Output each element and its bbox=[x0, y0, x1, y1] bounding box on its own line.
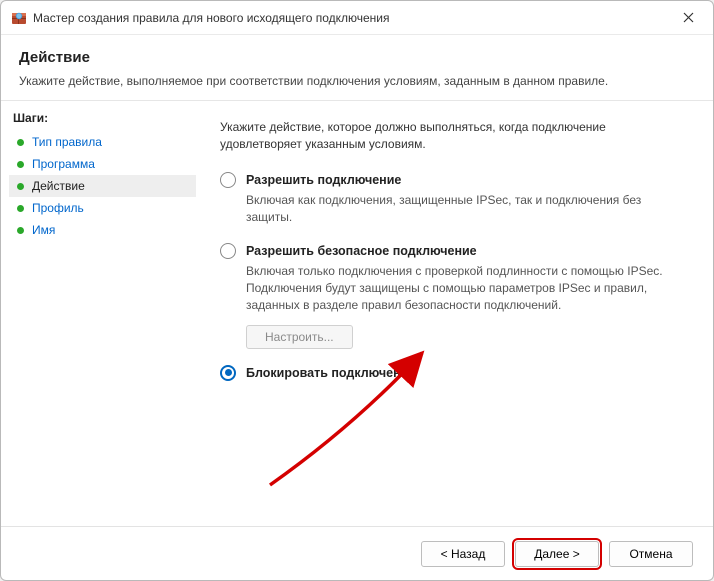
step-action[interactable]: Действие bbox=[9, 175, 196, 197]
window-title-container: Мастер создания правила для нового исход… bbox=[11, 10, 673, 26]
steps-sidebar: Шаги: Тип правила Программа Действие Про… bbox=[1, 101, 196, 526]
step-label: Тип правила bbox=[32, 135, 102, 149]
step-name[interactable]: Имя bbox=[9, 219, 196, 241]
page-description: Укажите действие, выполняемое при соотве… bbox=[19, 74, 695, 88]
option-allow: Разрешить подключение Включая как подклю… bbox=[220, 172, 689, 227]
option-head: Блокировать подключение bbox=[220, 365, 689, 381]
step-rule-type[interactable]: Тип правила bbox=[9, 131, 196, 153]
option-head: Разрешить безопасное подключение bbox=[220, 243, 689, 259]
radio-block[interactable] bbox=[220, 365, 236, 381]
option-title: Разрешить подключение bbox=[246, 173, 401, 187]
window-title: Мастер создания правила для нового исход… bbox=[33, 11, 390, 25]
step-profile[interactable]: Профиль bbox=[9, 197, 196, 219]
option-block: Блокировать подключение bbox=[220, 365, 689, 381]
page-title: Действие bbox=[19, 49, 695, 66]
annotation-arrow bbox=[250, 335, 440, 495]
option-allow-secure: Разрешить безопасное подключение Включая… bbox=[220, 243, 689, 349]
footer: < Назад Далее > Отмена bbox=[1, 526, 713, 580]
steps-title: Шаги: bbox=[9, 111, 196, 131]
radio-allow-secure[interactable] bbox=[220, 243, 236, 259]
step-label: Программа bbox=[32, 157, 95, 171]
body: Шаги: Тип правила Программа Действие Про… bbox=[1, 101, 713, 526]
option-head: Разрешить подключение bbox=[220, 172, 689, 188]
configure-button: Настроить... bbox=[246, 325, 353, 349]
close-button[interactable] bbox=[673, 3, 703, 33]
radio-allow[interactable] bbox=[220, 172, 236, 188]
option-title: Блокировать подключение bbox=[246, 366, 415, 380]
next-button[interactable]: Далее > bbox=[515, 541, 599, 567]
titlebar: Мастер создания правила для нового исход… bbox=[1, 1, 713, 35]
option-title: Разрешить безопасное подключение bbox=[246, 244, 477, 258]
page-header: Действие Укажите действие, выполняемое п… bbox=[1, 35, 713, 101]
main-panel: Укажите действие, которое должно выполня… bbox=[196, 101, 713, 526]
wizard-window: Мастер создания правила для нового исход… bbox=[0, 0, 714, 581]
bullet-icon bbox=[17, 183, 24, 190]
option-desc: Включая только подключения с проверкой п… bbox=[246, 263, 689, 315]
bullet-icon bbox=[17, 139, 24, 146]
back-button[interactable]: < Назад bbox=[421, 541, 505, 567]
step-label: Имя bbox=[32, 223, 55, 237]
step-label: Профиль bbox=[32, 201, 84, 215]
option-desc: Включая как подключения, защищенные IPSe… bbox=[246, 192, 689, 227]
bullet-icon bbox=[17, 161, 24, 168]
intro-text: Укажите действие, которое должно выполня… bbox=[220, 119, 689, 154]
step-program[interactable]: Программа bbox=[9, 153, 196, 175]
bullet-icon bbox=[17, 227, 24, 234]
bullet-icon bbox=[17, 205, 24, 212]
firewall-icon bbox=[11, 10, 27, 26]
step-label: Действие bbox=[32, 179, 85, 193]
cancel-button[interactable]: Отмена bbox=[609, 541, 693, 567]
close-icon bbox=[683, 12, 694, 23]
